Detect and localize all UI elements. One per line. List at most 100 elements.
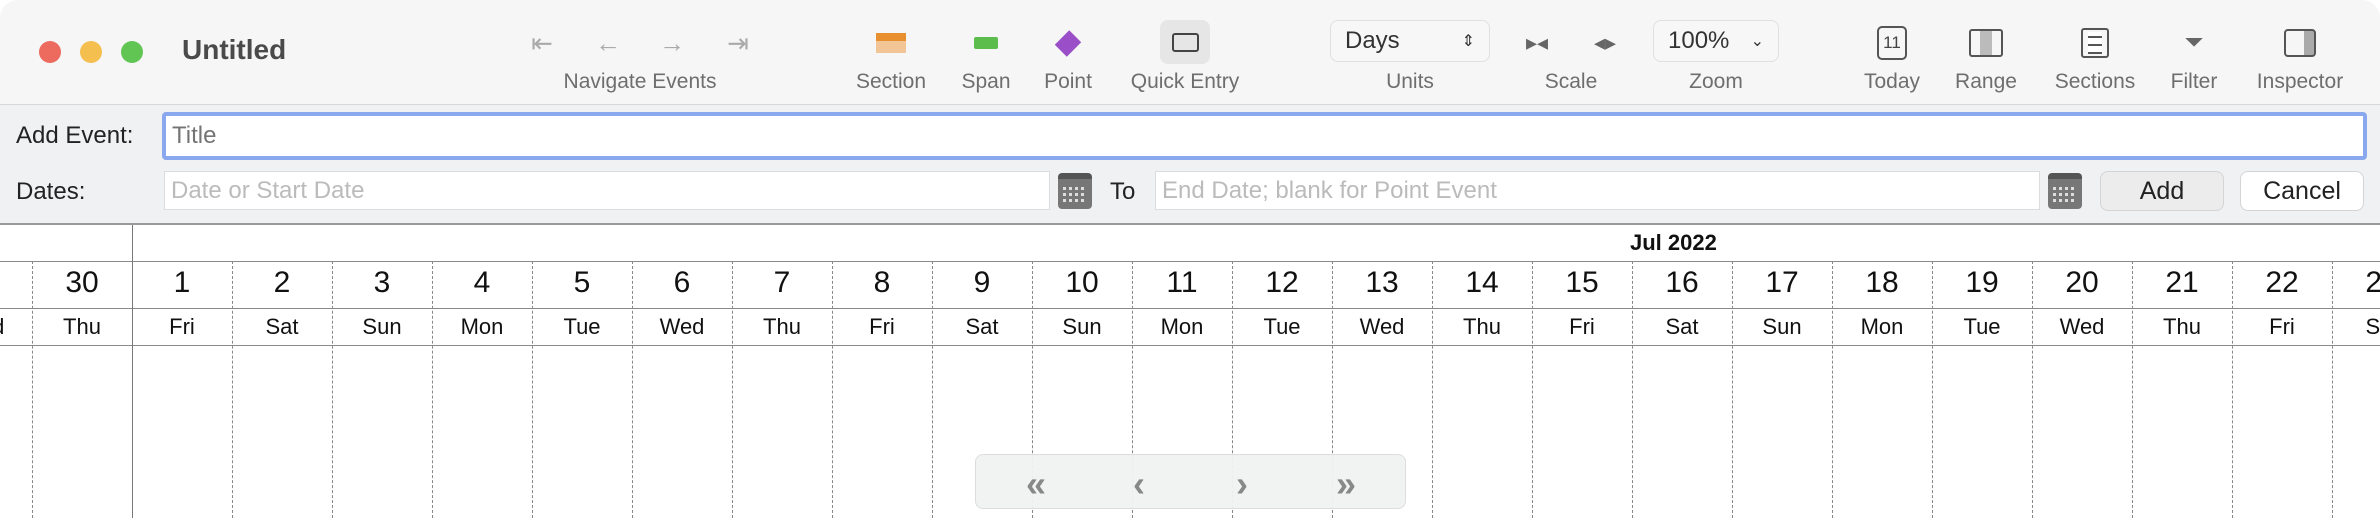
quick-entry-label: Quick Entry [1130, 70, 1240, 93]
today-button[interactable]: 11 [1877, 26, 1907, 60]
quick-entry-icon [1172, 33, 1199, 52]
day-gridline [2232, 261, 2233, 518]
sections-button[interactable] [2081, 26, 2109, 60]
range-button[interactable] [1969, 26, 2003, 60]
start-date-input[interactable]: Date or Start Date [164, 171, 1050, 210]
inspector-label: Inspector [2256, 70, 2344, 93]
day-number: 15 [1565, 266, 1599, 299]
sections-icon [2081, 28, 2109, 58]
to-label: To [1110, 178, 1136, 205]
day-number: 14 [1465, 266, 1499, 299]
day-gridline [1732, 261, 1733, 518]
add-button[interactable]: Add [2100, 171, 2224, 211]
units-value: Days [1345, 27, 1400, 54]
month-divider [132, 225, 133, 518]
close-button[interactable] [39, 41, 61, 63]
section-icon [876, 33, 906, 53]
weekday-label: Fri [2269, 314, 2295, 339]
title-input[interactable] [162, 112, 2367, 160]
end-calendar-icon[interactable] [2048, 173, 2082, 209]
day-number: 23 [2365, 266, 2380, 299]
day-number: 3 [373, 266, 391, 299]
range-icon [1969, 29, 2003, 57]
weekday-label: Fri [169, 314, 195, 339]
minimize-button[interactable] [80, 41, 102, 63]
day-number: 6 [673, 266, 691, 299]
filter-button[interactable]: ⏷ [2184, 26, 2203, 60]
day-number: 16 [1665, 266, 1699, 299]
start-calendar-icon[interactable] [1058, 173, 1092, 209]
day-gridline [1632, 261, 1633, 518]
day-gridline [332, 261, 333, 518]
span-icon [974, 37, 998, 49]
previous-event-icon[interactable]: ← [595, 26, 621, 60]
weekday-label: Thu [63, 314, 101, 339]
zoom-value: 100% [1668, 27, 1730, 54]
day-gridline [1432, 261, 1433, 518]
inspector-button[interactable] [2284, 26, 2316, 60]
weekday-label: Wed [1359, 314, 1405, 339]
day-number: 5 [573, 266, 591, 299]
day-gridline [432, 261, 433, 518]
zoom-window-button[interactable] [121, 41, 143, 63]
day-number: 17 [1765, 266, 1799, 299]
point-label: Point [1044, 70, 1092, 93]
day-number: 20 [2065, 266, 2099, 299]
day-gridline [632, 261, 633, 518]
day-number: 21 [2165, 266, 2199, 299]
back-icon[interactable]: ‹ [1133, 463, 1145, 505]
navigate-events-label: Navigate Events [563, 70, 717, 93]
cancel-button[interactable]: Cancel [2240, 171, 2364, 211]
day-number: 30 [65, 266, 99, 299]
section-button[interactable] [876, 26, 906, 60]
filter-icon: ⏷ [2184, 29, 2204, 56]
day-number: 9 [973, 266, 991, 299]
units-popup[interactable]: Days ⇕ [1330, 20, 1490, 62]
next-event-icon[interactable]: → [659, 26, 685, 60]
day-gridline [2132, 261, 2133, 518]
weekday-label: Fri [1569, 314, 1595, 339]
scale-up-icon[interactable]: ◂▸ [1594, 26, 1616, 60]
zoom-popup[interactable]: 100% ⌄ [1653, 20, 1779, 62]
weekday-label: Thu [763, 314, 801, 339]
inspector-icon [2284, 29, 2316, 57]
day-number: 4 [473, 266, 491, 299]
weekday-label: Tue [1963, 314, 2001, 339]
day-number: 2 [273, 266, 291, 299]
add-event-form: Add Event: Dates: Date or Start Date To … [0, 105, 2380, 225]
day-gridline [832, 261, 833, 518]
scale-down-icon[interactable]: ▸◂ [1526, 26, 1548, 60]
quick-entry-button[interactable] [1160, 20, 1210, 64]
weekday-label: Mon [1860, 314, 1904, 339]
day-gridline [2032, 261, 2033, 518]
day-number: 13 [1365, 266, 1399, 299]
section-label: Section [855, 70, 927, 93]
scale-label: Scale [1544, 70, 1598, 93]
forward-icon[interactable]: › [1236, 463, 1248, 505]
title-bar: Untitled ⇤ ← → ⇥ Navigate Events Section… [0, 0, 2380, 105]
weekday-label: Fri [869, 314, 895, 339]
month-label: Jul 2022 [1630, 230, 1717, 255]
day-gridline [32, 261, 33, 518]
range-label: Range [1955, 70, 2017, 93]
chevron-down-icon: ⌄ [1750, 33, 1764, 50]
weekday-label: Sun [362, 314, 402, 339]
end-date-input[interactable]: End Date; blank for Point Event [1155, 171, 2040, 210]
day-gridline [1832, 261, 1833, 518]
jump-back-icon[interactable]: « [1026, 463, 1046, 505]
weekday-label: Thu [2163, 314, 2201, 339]
weekday-label: Wed [0, 314, 32, 340]
span-button[interactable] [974, 26, 998, 60]
day-gridline [732, 261, 733, 518]
weekday-label: Sat [2365, 314, 2380, 339]
last-event-icon[interactable]: ⇥ [727, 26, 749, 60]
updown-icon: ⇕ [1461, 33, 1475, 50]
day-number: 8 [873, 266, 891, 299]
day-number: 19 [1965, 266, 1999, 299]
point-button[interactable] [1054, 26, 1082, 60]
sections-label: Sections [2054, 70, 2136, 93]
filter-label: Filter [2170, 70, 2218, 93]
zoom-label: Zoom [1689, 70, 1743, 93]
jump-forward-icon[interactable]: » [1336, 463, 1356, 505]
first-event-icon[interactable]: ⇤ [531, 26, 553, 60]
